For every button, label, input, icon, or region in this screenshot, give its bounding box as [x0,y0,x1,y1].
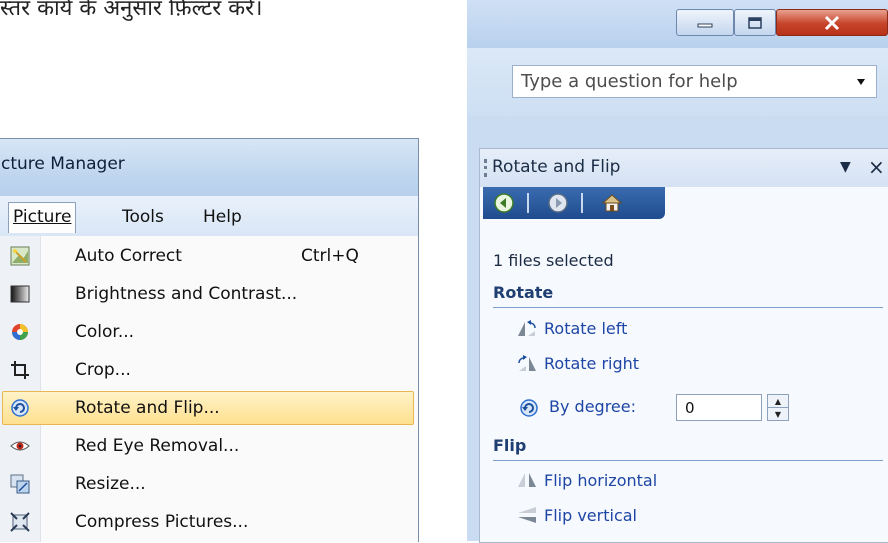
rotate-right-label: Rotate right [544,354,640,373]
title-bar: cture Manager [0,139,418,196]
degree-input[interactable] [676,394,762,421]
nav-separator [581,193,583,213]
back-button[interactable] [491,191,517,215]
color-icon [12,324,28,340]
forward-button[interactable] [545,191,571,215]
menu-item-label: Crop... [75,360,131,380]
rotate-left-label: Rotate left [544,319,628,338]
files-selected-text: 1 files selected [493,251,614,270]
menu-tools[interactable]: Tools [118,205,168,229]
task-pane-title: Rotate and Flip [492,157,621,177]
menu-item-color[interactable]: Color... [2,315,414,349]
rotate-degree-icon [520,399,538,417]
brightness-icon [10,285,30,303]
menu-item-label: Red Eye Removal... [75,436,240,456]
rotate-right-link[interactable]: Rotate right [516,354,639,378]
menu-bar: Picture Tools Help [0,196,418,237]
menu-item-label: Resize... [75,474,146,494]
spin-up-button[interactable]: ▲ [768,395,788,408]
right-window-area: Rotate and Flip ▼ × [467,0,888,543]
menu-item-label: Rotate and Flip... [75,398,220,418]
menu-item-compress[interactable]: Compress Pictures... [2,505,414,539]
rotate-icon [11,399,29,417]
red-eye-icon [10,441,30,451]
by-degree-label: By degree: [549,397,636,416]
maximize-icon [748,16,762,29]
home-icon [601,194,623,212]
help-search-box [512,65,877,98]
flip-horizontal-icon [518,473,536,487]
flip-section-heading: Flip [493,436,883,461]
menu-help-label: Help [203,207,242,227]
compress-icon [10,512,30,532]
top-caption-text: स्तर कार्य के अनुसार फ़िल्टर करें। [0,0,263,21]
resize-icon [10,474,30,494]
menu-item-auto-correct[interactable]: Auto Correct Ctrl+Q [2,239,414,273]
menu-item-crop[interactable]: Crop... [2,353,414,387]
drag-grip-icon[interactable] [484,159,490,177]
help-dropdown-button[interactable] [848,66,874,97]
picture-manager-window: cture Manager Picture Tools Help Auto Co… [0,138,419,542]
menu-item-shortcut: Ctrl+Q [301,246,359,266]
rotate-section-heading: Rotate [493,283,883,308]
menu-item-label: Compress Pictures... [75,512,249,532]
task-pane-nav-bar [483,187,665,219]
task-pane-header: Rotate and Flip ▼ × [480,149,888,187]
menu-item-brightness-contrast[interactable]: Brightness and Contrast... [2,277,414,311]
home-button[interactable] [599,191,625,215]
task-pane-close-button[interactable]: × [868,155,885,179]
auto-correct-icon [10,246,30,266]
flip-vertical-link[interactable]: Flip vertical [516,506,637,530]
menu-item-label: Color... [75,322,135,342]
menu-tools-label: Tools [122,207,164,227]
rotate-left-link[interactable]: Rotate left [516,319,627,343]
minimize-button[interactable] [676,9,734,36]
degree-spinner: ▲ ▼ [767,394,789,421]
menu-picture[interactable]: Picture [8,202,77,233]
rotate-left-icon [518,320,536,336]
flip-horizontal-label: Flip horizontal [544,471,658,490]
spin-down-button[interactable]: ▼ [768,408,788,420]
menu-item-red-eye[interactable]: Red Eye Removal... [2,429,414,463]
menu-picture-label: Picture [13,207,72,227]
rotate-flip-task-pane: Rotate and Flip ▼ × 1 files selected Rot… [479,148,888,543]
menu-item-label: Auto Correct [75,246,182,266]
help-strip [467,48,888,116]
close-button[interactable] [776,9,888,36]
caption-buttons [676,9,888,36]
flip-horizontal-link[interactable]: Flip horizontal [516,471,657,495]
rotate-right-icon [518,355,536,371]
flip-heading-label: Flip [493,436,527,455]
window-caption-bar [467,0,888,48]
menu-item-label: Brightness and Contrast... [75,284,298,304]
menu-help[interactable]: Help [199,205,246,229]
back-icon [494,193,514,213]
nav-separator [527,193,529,213]
close-icon [824,15,840,30]
flip-vertical-icon [518,507,536,523]
maximize-button[interactable] [734,9,776,36]
menu-item-resize[interactable]: Resize... [2,467,414,501]
menu-item-rotate-flip[interactable]: Rotate and Flip... [2,391,414,425]
picture-dropdown-menu: Auto Correct Ctrl+Q Brightness and Contr… [0,236,418,542]
help-question-input[interactable] [513,66,851,97]
task-pane-menu-button[interactable]: ▼ [840,159,851,175]
by-degree-row: By degree: ▲ ▼ [516,394,876,424]
crop-icon [11,361,29,379]
rotate-heading-label: Rotate [493,283,554,302]
window-title: cture Manager [1,154,125,174]
forward-icon [548,193,568,213]
flip-vertical-label: Flip vertical [544,506,637,525]
chevron-down-icon [857,78,865,85]
minimize-icon [697,23,713,27]
